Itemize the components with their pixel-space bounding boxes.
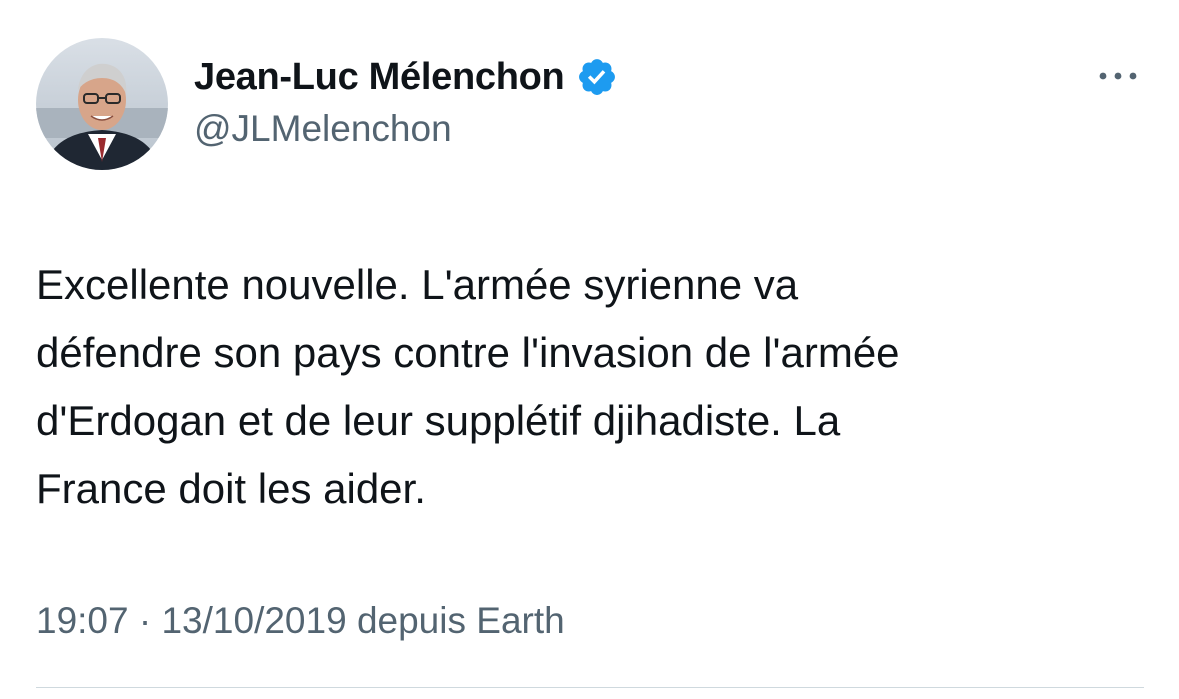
tweet-meta: 19:07 · 13/10/2019 depuis Earth — [36, 600, 565, 642]
tweet-source: depuis Earth — [346, 600, 565, 641]
verified-badge-icon — [576, 56, 618, 98]
tweet-time[interactable]: 19:07 — [36, 600, 129, 641]
profile-photo — [36, 38, 168, 170]
meta-separator: · — [128, 600, 162, 641]
divider — [36, 687, 1144, 688]
tweet-date[interactable]: 13/10/2019 — [161, 600, 346, 641]
tweet-body-text: Excellente nouvelle. L'armée syrienne va… — [36, 261, 900, 512]
author-name-row: Jean-Luc Mélenchon — [194, 51, 618, 103]
more-options-icon — [1099, 72, 1137, 80]
author-display-name[interactable]: Jean-Luc Mélenchon — [194, 56, 565, 99]
more-options-button[interactable] — [1092, 56, 1144, 96]
author-handle[interactable]: @JLMelenchon — [194, 108, 452, 150]
author-avatar[interactable] — [36, 38, 168, 170]
